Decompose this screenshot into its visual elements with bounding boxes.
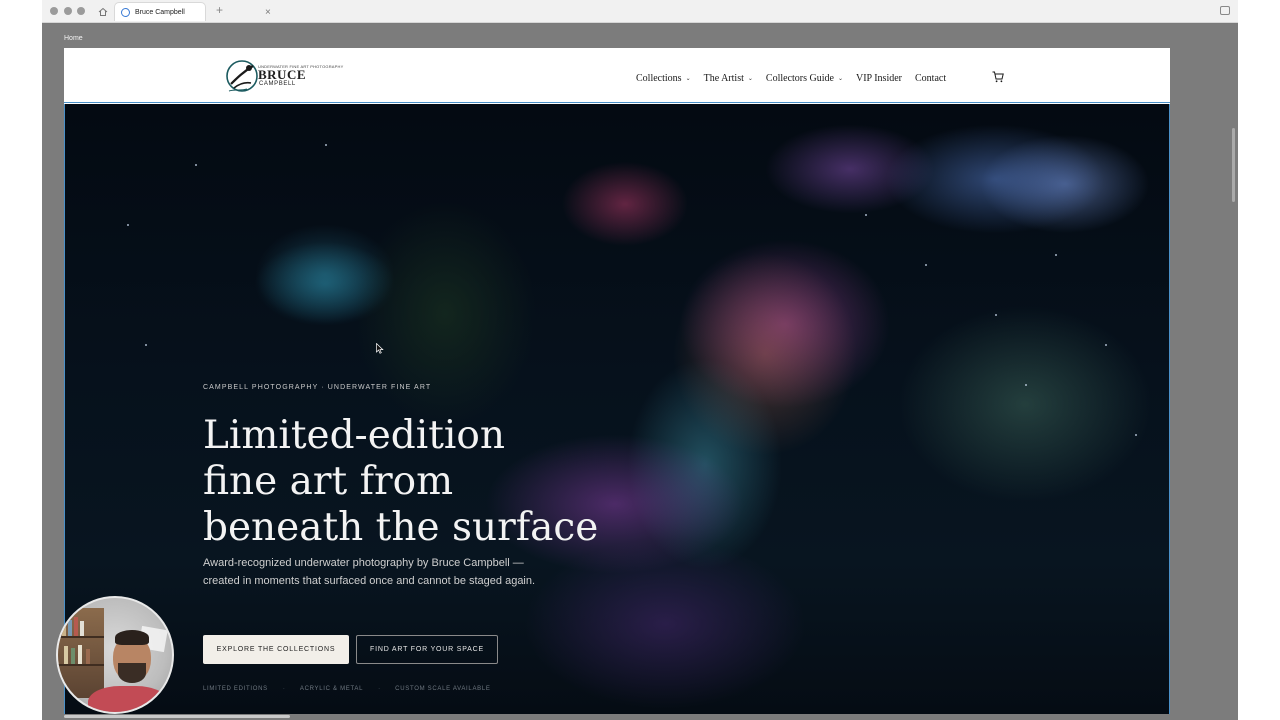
hero-bubble bbox=[1025, 384, 1027, 386]
hero-bubble bbox=[325, 144, 327, 146]
tab-title: Bruce Campbell bbox=[135, 8, 185, 16]
nav-item-collectors-guide[interactable]: Collectors Guide ⌄ bbox=[766, 73, 843, 84]
new-tab-icon[interactable]: + bbox=[216, 3, 223, 17]
presenter-shirt bbox=[88, 686, 168, 712]
cart-icon[interactable] bbox=[992, 71, 1004, 83]
desktop: Bruce Campbell × + Home UNDERWATER FINE … bbox=[0, 0, 1280, 720]
nav-item-the-artist[interactable]: The Artist ⌄ bbox=[704, 73, 753, 84]
breadcrumb[interactable]: Home bbox=[64, 35, 83, 42]
chevron-down-icon: ⌄ bbox=[685, 76, 691, 82]
horizontal-scrollbar[interactable] bbox=[64, 715, 290, 718]
hero-bubble bbox=[1055, 254, 1057, 256]
browser-window: Bruce Campbell × + Home UNDERWATER FINE … bbox=[42, 0, 1238, 720]
hero-cta-row: EXPLORE THE COLLECTIONS FIND ART FOR YOU… bbox=[203, 635, 498, 664]
page-viewport: Home UNDERWATER FINE ART PHOTOGRAPHY BRU… bbox=[42, 24, 1238, 720]
hero-bubble bbox=[865, 214, 867, 216]
feature-acrylic-metal: ACRYLIC & METAL bbox=[299, 686, 364, 692]
subline-line: Award-recognized underwater photography … bbox=[203, 557, 524, 569]
nav-item-vip-insider[interactable]: VIP Insider bbox=[856, 73, 902, 84]
hero-section: CAMPBELL PHOTOGRAPHY · UNDERWATER FINE A… bbox=[64, 104, 1170, 714]
nav-label: VIP Insider bbox=[855, 73, 902, 84]
logo-surname: CAMPBELL bbox=[259, 81, 296, 87]
website-frame: UNDERWATER FINE ART PHOTOGRAPHY BRUCE CA… bbox=[64, 48, 1170, 714]
mouse-cursor-icon bbox=[376, 343, 384, 354]
subline-line: created in moments that surfaced once an… bbox=[203, 575, 536, 587]
sidebar-toggle-icon[interactable] bbox=[1220, 6, 1230, 15]
nav-item-collections[interactable]: Collections ⌄ bbox=[636, 73, 691, 84]
chevron-down-icon: ⌄ bbox=[747, 76, 753, 82]
nav-label: Collections bbox=[636, 73, 682, 84]
nav-item-contact[interactable]: Contact bbox=[915, 73, 946, 84]
site-logo[interactable]: UNDERWATER FINE ART PHOTOGRAPHY BRUCE CA… bbox=[225, 58, 343, 95]
hero-image-glow bbox=[885, 124, 1105, 234]
maximize-window-button[interactable] bbox=[77, 7, 85, 15]
hero-bubble bbox=[145, 344, 147, 346]
main-navigation: Collections ⌄ The Artist ⌄ Collectors Gu… bbox=[636, 73, 959, 84]
nav-label: The Artist bbox=[703, 73, 744, 84]
browser-toolbar: Bruce Campbell × + bbox=[42, 0, 1238, 23]
hero-bubble bbox=[1105, 344, 1107, 346]
chevron-down-icon: ⌄ bbox=[837, 76, 843, 82]
nav-label: Collectors Guide bbox=[765, 73, 834, 84]
home-icon[interactable] bbox=[95, 4, 111, 19]
webcam-overlay bbox=[56, 596, 174, 714]
hero-features: LIMITED EDITIONS · ACRYLIC & METAL · CUS… bbox=[203, 686, 491, 692]
nav-label: Contact bbox=[915, 73, 947, 84]
hero-bubble bbox=[127, 224, 129, 226]
tab-bruce-campbell[interactable]: Bruce Campbell × bbox=[114, 2, 271, 21]
logo-name: BRUCE bbox=[258, 67, 307, 82]
close-tab-icon[interactable]: × bbox=[265, 7, 271, 18]
feature-limited-editions: LIMITED EDITIONS bbox=[203, 686, 268, 692]
presenter-hair bbox=[115, 630, 149, 645]
minimize-window-button[interactable] bbox=[64, 7, 72, 15]
presenter-beard bbox=[118, 663, 146, 683]
left-screen-edge bbox=[0, 0, 42, 720]
hero-headline: Limited-edition fine art from beneath th… bbox=[203, 413, 663, 551]
feature-custom-scale: CUSTOM SCALE AVAILABLE bbox=[395, 686, 491, 692]
hero-eyebrow: CAMPBELL PHOTOGRAPHY · UNDERWATER FINE A… bbox=[203, 384, 432, 391]
explore-collections-button[interactable]: EXPLORE THE COLLECTIONS bbox=[203, 635, 349, 664]
feature-separator: · bbox=[282, 686, 285, 692]
headline-line: fine art from bbox=[203, 459, 454, 504]
feature-separator: · bbox=[378, 686, 381, 692]
hero-image-glow bbox=[255, 224, 395, 324]
hero-bubble bbox=[195, 164, 197, 166]
bookshelf bbox=[58, 608, 104, 698]
find-art-button[interactable]: FIND ART FOR YOUR SPACE bbox=[356, 635, 498, 664]
site-favicon-icon bbox=[121, 7, 130, 17]
hero-bubble bbox=[1135, 434, 1137, 436]
hero-subline: Award-recognized underwater photography … bbox=[203, 554, 603, 590]
hero-content: CAMPBELL PHOTOGRAPHY · UNDERWATER FINE A… bbox=[203, 384, 763, 692]
hero-bubble bbox=[995, 314, 997, 316]
logo-mark-icon bbox=[226, 60, 258, 92]
site-header: UNDERWATER FINE ART PHOTOGRAPHY BRUCE CA… bbox=[64, 48, 1170, 103]
right-screen-edge bbox=[1238, 0, 1280, 720]
vertical-scrollbar[interactable] bbox=[1232, 128, 1235, 202]
headline-line: Limited-edition bbox=[203, 413, 505, 458]
hero-bubble bbox=[925, 264, 927, 266]
close-window-button[interactable] bbox=[50, 7, 58, 15]
headline-line: beneath the surface bbox=[203, 505, 599, 550]
